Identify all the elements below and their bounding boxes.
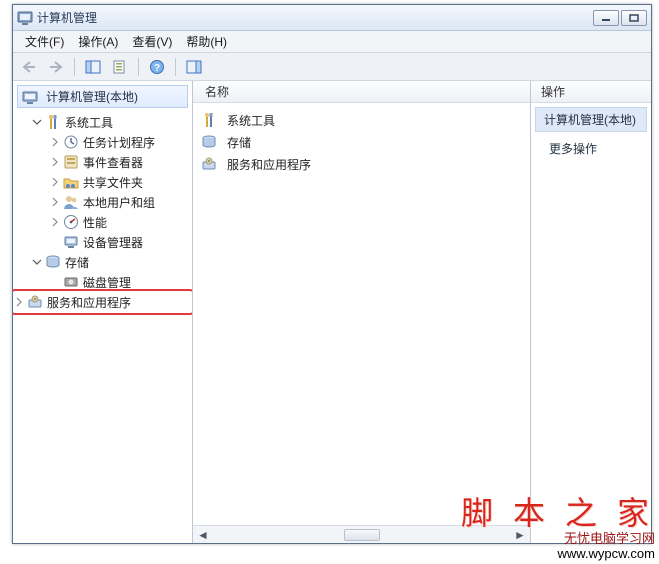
toolbar-separator: [175, 58, 176, 76]
tree-root[interactable]: 计算机管理(本地): [17, 85, 188, 108]
tree-node-shared-folders[interactable]: 共享文件夹: [13, 172, 192, 192]
clock-icon: [63, 134, 79, 150]
storage-icon: [45, 254, 61, 270]
maximize-button[interactable]: [621, 10, 647, 26]
event-icon: [63, 154, 79, 170]
disk-icon: [63, 274, 79, 290]
list-item[interactable]: 服务和应用程序: [201, 153, 522, 175]
tree-label: 性能: [83, 214, 107, 231]
performance-icon: [63, 214, 79, 230]
expander-icon[interactable]: [49, 156, 61, 168]
device-icon: [63, 234, 79, 250]
window-controls: [593, 10, 647, 26]
content-pane: 名称 系统工具 存储 服务和应用程序 ◄ ►: [193, 81, 531, 543]
actions-pane: 操作 计算机管理(本地) 更多操作: [531, 81, 651, 543]
tree-node-event-viewer[interactable]: 事件查看器: [13, 152, 192, 172]
toolbar-separator: [138, 58, 139, 76]
tree-node-disk-management[interactable]: 磁盘管理: [13, 272, 192, 292]
actions-title: 操作: [531, 81, 651, 103]
app-window: 计算机管理 文件(F) 操作(A) 查看(V) 帮助(H) ?: [12, 4, 652, 544]
tree-label: 设备管理器: [83, 234, 143, 251]
scroll-thumb[interactable]: [344, 529, 380, 541]
nav-forward-button[interactable]: [44, 56, 68, 78]
window-title: 计算机管理: [37, 9, 593, 26]
tree-label: 系统工具: [65, 114, 113, 131]
tree-label: 共享文件夹: [83, 174, 143, 191]
workspace: 计算机管理(本地) 系统工具 任务计划程序 事件查看器 共: [13, 81, 651, 543]
tree-pane[interactable]: 计算机管理(本地) 系统工具 任务计划程序 事件查看器 共: [13, 81, 193, 543]
expander-spacer: [49, 276, 61, 288]
svg-text:?: ?: [154, 63, 160, 74]
computer-icon: [22, 89, 38, 105]
list-label: 存储: [227, 134, 251, 151]
tree-node-storage[interactable]: 存储: [13, 252, 192, 272]
tree-node-performance[interactable]: 性能: [13, 212, 192, 232]
expander-icon[interactable]: [49, 176, 61, 188]
scroll-left-icon[interactable]: ◄: [195, 528, 211, 542]
actions-context-label: 计算机管理(本地): [535, 107, 647, 132]
list-item[interactable]: 系统工具: [201, 109, 522, 131]
scroll-right-icon[interactable]: ►: [512, 528, 528, 542]
tree-node-system-tools[interactable]: 系统工具: [13, 112, 192, 132]
users-icon: [63, 194, 79, 210]
tools-icon: [201, 112, 217, 128]
tree-label: 存储: [65, 254, 89, 271]
expander-icon[interactable]: [49, 196, 61, 208]
column-header-name[interactable]: 名称: [193, 81, 530, 103]
expander-spacer: [49, 236, 61, 248]
menu-file[interactable]: 文件(F): [19, 31, 70, 52]
tree-node-task-scheduler[interactable]: 任务计划程序: [13, 132, 192, 152]
tree-label: 任务计划程序: [83, 134, 155, 151]
tree-label: 本地用户和组: [83, 194, 155, 211]
expander-icon[interactable]: [49, 136, 61, 148]
expander-icon[interactable]: [31, 256, 43, 268]
toolbar: ?: [13, 53, 651, 81]
menu-help[interactable]: 帮助(H): [180, 31, 233, 52]
minimize-button[interactable]: [593, 10, 619, 26]
toolbar-separator: [74, 58, 75, 76]
watermark-url: www.wypcw.com: [461, 546, 655, 562]
tree-node-services-apps[interactable]: 服务和应用程序: [13, 292, 192, 312]
menu-view[interactable]: 查看(V): [126, 31, 178, 52]
menu-action[interactable]: 操作(A): [72, 31, 124, 52]
help-button[interactable]: ?: [145, 56, 169, 78]
nav-back-button[interactable]: [17, 56, 41, 78]
show-hide-action-button[interactable]: [182, 56, 206, 78]
action-more[interactable]: 更多操作: [535, 138, 647, 159]
list-label: 系统工具: [227, 112, 275, 129]
services-icon: [27, 294, 43, 310]
tree-node-device-manager[interactable]: 设备管理器: [13, 232, 192, 252]
expander-icon[interactable]: [31, 116, 43, 128]
shared-folder-icon: [63, 174, 79, 190]
expander-icon[interactable]: [13, 296, 25, 308]
actions-body: 计算机管理(本地) 更多操作: [531, 103, 651, 163]
list-label: 服务和应用程序: [227, 156, 311, 173]
tree-node-local-users[interactable]: 本地用户和组: [13, 192, 192, 212]
tree-label: 服务和应用程序: [47, 294, 131, 311]
storage-icon: [201, 134, 217, 150]
titlebar: 计算机管理: [13, 5, 651, 31]
tools-icon: [45, 114, 61, 130]
show-hide-tree-button[interactable]: [81, 56, 105, 78]
menubar: 文件(F) 操作(A) 查看(V) 帮助(H): [13, 31, 651, 53]
tree-label: 磁盘管理: [83, 274, 131, 291]
expander-icon[interactable]: [49, 216, 61, 228]
horizontal-scrollbar[interactable]: ◄ ►: [193, 525, 530, 543]
tree-root-label: 计算机管理(本地): [46, 88, 138, 105]
content-list[interactable]: 系统工具 存储 服务和应用程序: [193, 103, 530, 525]
services-icon: [201, 156, 217, 172]
properties-button[interactable]: [108, 56, 132, 78]
list-item[interactable]: 存储: [201, 131, 522, 153]
tree-label: 事件查看器: [83, 154, 143, 171]
app-icon: [17, 10, 33, 26]
